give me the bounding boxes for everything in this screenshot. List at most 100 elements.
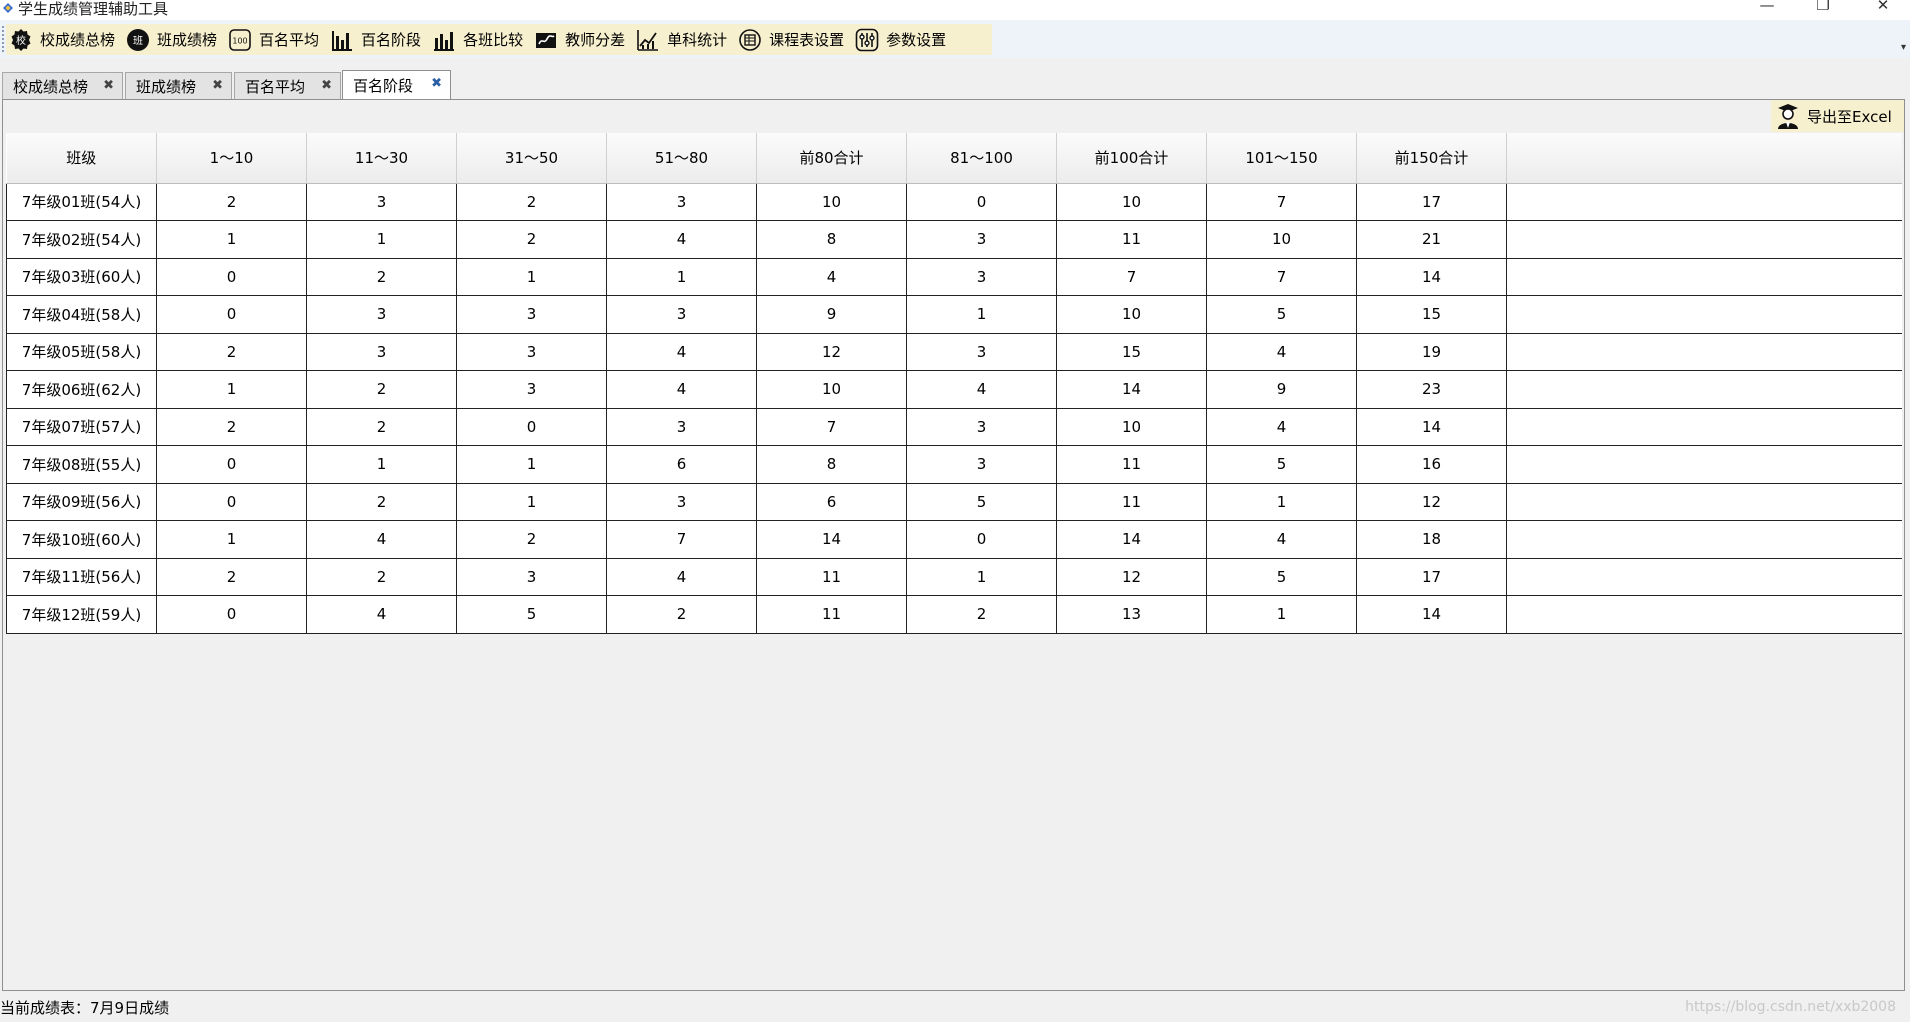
- class-name-cell[interactable]: 7年级12班(59人): [6, 595, 157, 634]
- tab-close-icon[interactable]: ✖: [431, 76, 442, 91]
- count-cell[interactable]: 6: [606, 445, 757, 484]
- minimize-button[interactable]: —: [1744, 0, 1790, 20]
- column-header[interactable]: 前150合计: [1356, 133, 1507, 184]
- count-cell[interactable]: 2: [156, 557, 307, 596]
- class-name-cell[interactable]: 7年级09班(56人): [6, 482, 157, 521]
- count-cell[interactable]: 7: [1206, 257, 1357, 296]
- count-cell[interactable]: 4: [606, 557, 757, 596]
- count-cell[interactable]: 21: [1356, 220, 1507, 259]
- count-cell[interactable]: 2: [456, 220, 607, 259]
- count-cell[interactable]: 11: [1056, 445, 1207, 484]
- tab-close-icon[interactable]: ✖: [103, 78, 114, 93]
- class-name-cell[interactable]: 7年级08班(55人): [6, 445, 157, 484]
- count-cell[interactable]: 5: [1206, 295, 1357, 334]
- table-row[interactable]: 7年级12班(59人) 0 4 5 2 11 2 13 1 14: [6, 595, 1902, 634]
- count-cell[interactable]: 2: [306, 557, 457, 596]
- count-cell[interactable]: 2: [306, 407, 457, 446]
- count-cell[interactable]: 14: [1356, 407, 1507, 446]
- count-cell[interactable]: 3: [456, 557, 607, 596]
- count-cell[interactable]: 1: [156, 220, 307, 259]
- count-cell[interactable]: 19: [1356, 332, 1507, 371]
- count-cell[interactable]: 7: [606, 520, 757, 559]
- count-cell[interactable]: 0: [156, 445, 307, 484]
- table-row[interactable]: 7年级07班(57人) 2 2 0 3 7 3 10 4 14: [6, 407, 1902, 446]
- count-cell[interactable]: 3: [606, 482, 757, 521]
- count-cell[interactable]: 13: [1056, 595, 1207, 634]
- count-cell[interactable]: 1: [156, 370, 307, 409]
- count-cell[interactable]: 7: [1056, 257, 1207, 296]
- count-cell[interactable]: 4: [1206, 332, 1357, 371]
- column-header[interactable]: 前100合计: [1056, 133, 1207, 184]
- count-cell[interactable]: 0: [156, 595, 307, 634]
- count-cell[interactable]: 3: [906, 257, 1057, 296]
- count-cell[interactable]: 3: [456, 370, 607, 409]
- count-cell[interactable]: 11: [756, 595, 907, 634]
- count-cell[interactable]: 1: [906, 557, 1057, 596]
- count-cell[interactable]: 1: [306, 220, 457, 259]
- count-cell[interactable]: 23: [1356, 370, 1507, 409]
- count-cell[interactable]: 2: [606, 595, 757, 634]
- table-row[interactable]: 7年级08班(55人) 0 1 1 6 8 3 11 5 16: [6, 445, 1902, 484]
- table-row[interactable]: 7年级06班(62人) 1 2 3 4 10 4 14 9 23: [6, 370, 1902, 409]
- count-cell[interactable]: 1: [906, 295, 1057, 334]
- count-cell[interactable]: 3: [606, 407, 757, 446]
- count-cell[interactable]: 3: [456, 332, 607, 371]
- count-cell[interactable]: 10: [756, 370, 907, 409]
- toolbar-schedule-settings-button[interactable]: 课程表设置: [735, 24, 850, 55]
- count-cell[interactable]: 12: [1056, 557, 1207, 596]
- toolbar-class-ranking-button[interactable]: 班 班成绩榜: [123, 24, 223, 55]
- count-cell[interactable]: 2: [456, 182, 607, 221]
- toolbar-school-ranking-button[interactable]: 校 校成绩总榜: [6, 24, 121, 55]
- count-cell[interactable]: 12: [756, 332, 907, 371]
- count-cell[interactable]: 3: [906, 407, 1057, 446]
- export-excel-button[interactable]: 导出至Excel: [1771, 100, 1904, 132]
- column-header[interactable]: 前80合计: [756, 133, 907, 184]
- count-cell[interactable]: 2: [906, 595, 1057, 634]
- count-cell[interactable]: 11: [1056, 220, 1207, 259]
- count-cell[interactable]: 5: [1206, 557, 1357, 596]
- maximize-button[interactable]: ❐: [1800, 0, 1846, 20]
- toolbar-teacher-diff-button[interactable]: 教师分差: [531, 24, 631, 55]
- count-cell[interactable]: 1: [456, 445, 607, 484]
- table-row[interactable]: 7年级01班(54人) 2 3 2 3 10 0 10 7 17: [6, 182, 1902, 221]
- toolbar-top100-average-button[interactable]: 100 百名平均: [225, 24, 325, 55]
- count-cell[interactable]: 3: [306, 295, 457, 334]
- table-row[interactable]: 7年级02班(54人) 1 1 2 4 8 3 11 10 21: [6, 220, 1902, 259]
- toolbar-top100-stage-button[interactable]: 百名阶段: [327, 24, 427, 55]
- class-name-cell[interactable]: 7年级06班(62人): [6, 370, 157, 409]
- count-cell[interactable]: 0: [156, 482, 307, 521]
- count-cell[interactable]: 4: [306, 595, 457, 634]
- table-row[interactable]: 7年级10班(60人) 1 4 2 7 14 0 14 4 18: [6, 520, 1902, 559]
- count-cell[interactable]: 18: [1356, 520, 1507, 559]
- count-cell[interactable]: 10: [1056, 295, 1207, 334]
- count-cell[interactable]: 2: [156, 332, 307, 371]
- class-name-cell[interactable]: 7年级11班(56人): [6, 557, 157, 596]
- count-cell[interactable]: 2: [156, 407, 307, 446]
- toolbar-single-subject-button[interactable]: 单科统计: [633, 24, 733, 55]
- count-cell[interactable]: 10: [1056, 407, 1207, 446]
- count-cell[interactable]: 2: [306, 370, 457, 409]
- column-header[interactable]: 51～80: [606, 133, 757, 184]
- column-header[interactable]: 31～50: [456, 133, 607, 184]
- count-cell[interactable]: 4: [606, 220, 757, 259]
- column-header[interactable]: 101～150: [1206, 133, 1357, 184]
- count-cell[interactable]: 11: [1056, 482, 1207, 521]
- tab-close-icon[interactable]: ✖: [321, 78, 332, 93]
- count-cell[interactable]: 4: [606, 332, 757, 371]
- count-cell[interactable]: 5: [456, 595, 607, 634]
- tab-close-icon[interactable]: ✖: [212, 78, 223, 93]
- count-cell[interactable]: 4: [756, 257, 907, 296]
- count-cell[interactable]: 14: [1056, 520, 1207, 559]
- count-cell[interactable]: 0: [156, 295, 307, 334]
- count-cell[interactable]: 4: [1206, 407, 1357, 446]
- count-cell[interactable]: 3: [456, 295, 607, 334]
- count-cell[interactable]: 10: [756, 182, 907, 221]
- count-cell[interactable]: 3: [906, 445, 1057, 484]
- count-cell[interactable]: 14: [1356, 595, 1507, 634]
- count-cell[interactable]: 10: [1206, 220, 1357, 259]
- table-row[interactable]: 7年级03班(60人) 0 2 1 1 4 3 7 7 14: [6, 257, 1902, 296]
- count-cell[interactable]: 11: [756, 557, 907, 596]
- count-cell[interactable]: 2: [156, 182, 307, 221]
- tab-top100-stage[interactable]: 百名阶段 ✖: [342, 70, 451, 100]
- count-cell[interactable]: 2: [306, 257, 457, 296]
